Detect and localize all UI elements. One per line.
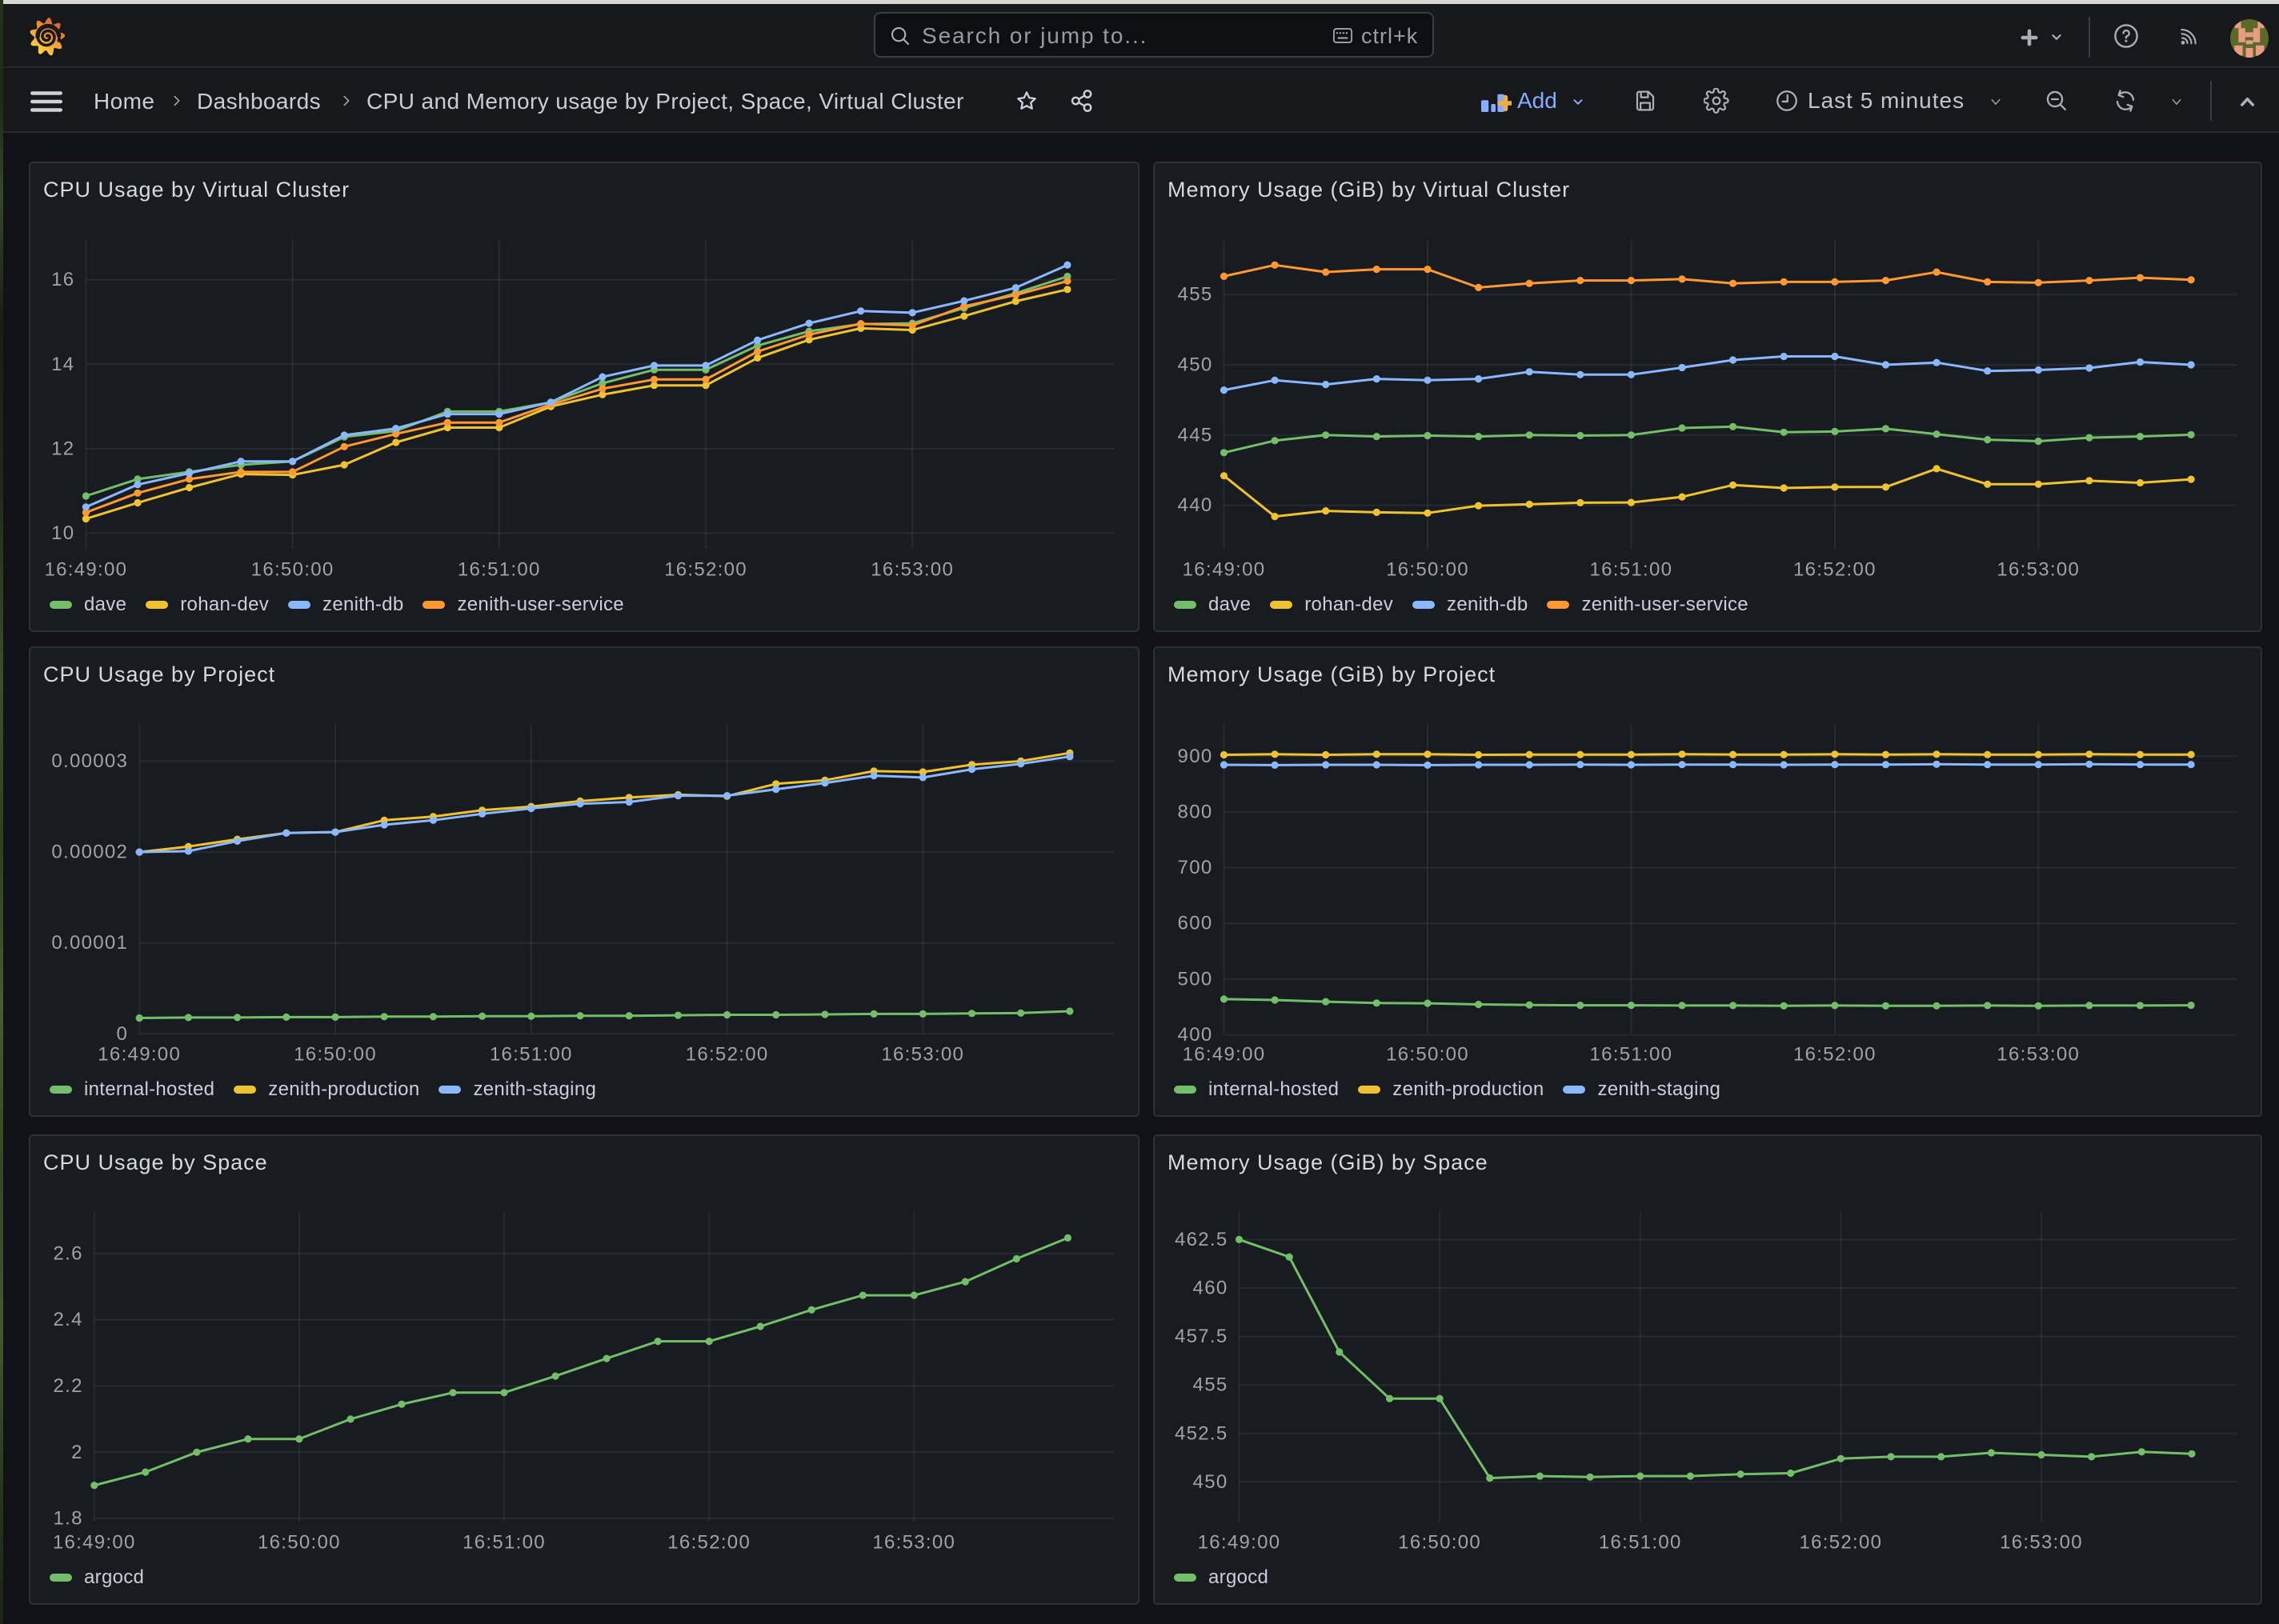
svg-text:2: 2 [71, 1442, 83, 1463]
svg-text:0.00003: 0.00003 [51, 750, 128, 772]
svg-text:12: 12 [51, 438, 74, 459]
svg-text:800: 800 [1178, 801, 1213, 822]
svg-text:450: 450 [1193, 1471, 1228, 1493]
svg-text:16:52:00: 16:52:00 [1799, 1532, 1882, 1554]
svg-text:600: 600 [1178, 913, 1213, 934]
svg-text:16:53:00: 16:53:00 [881, 1044, 964, 1066]
svg-text:2.6: 2.6 [54, 1242, 83, 1264]
svg-text:16:52:00: 16:52:00 [667, 1532, 751, 1554]
svg-text:16:51:00: 16:51:00 [458, 559, 541, 581]
svg-text:445: 445 [1178, 424, 1213, 446]
svg-text:452.5: 452.5 [1175, 1422, 1228, 1444]
svg-text:16:53:00: 16:53:00 [872, 1532, 955, 1554]
svg-text:16:51:00: 16:51:00 [1589, 1044, 1672, 1066]
svg-text:462.5: 462.5 [1175, 1229, 1228, 1250]
svg-text:16:51:00: 16:51:00 [463, 1532, 546, 1554]
svg-text:16:50:00: 16:50:00 [258, 1532, 341, 1554]
svg-text:16:51:00: 16:51:00 [1589, 559, 1672, 581]
svg-text:500: 500 [1178, 968, 1213, 990]
svg-text:16:49:00: 16:49:00 [1183, 559, 1266, 581]
svg-text:16:49:00: 16:49:00 [44, 559, 127, 581]
svg-text:0.00001: 0.00001 [51, 932, 128, 954]
svg-text:2.2: 2.2 [54, 1375, 83, 1397]
svg-text:457.5: 457.5 [1175, 1326, 1228, 1347]
svg-text:460: 460 [1193, 1278, 1228, 1299]
svg-text:16:52:00: 16:52:00 [1793, 559, 1876, 581]
svg-text:16:53:00: 16:53:00 [871, 559, 954, 581]
svg-text:700: 700 [1178, 857, 1213, 878]
svg-text:16:50:00: 16:50:00 [1386, 1044, 1469, 1066]
svg-text:16: 16 [51, 269, 74, 290]
svg-text:440: 440 [1178, 494, 1213, 516]
svg-text:14: 14 [51, 354, 74, 375]
svg-text:1.8: 1.8 [54, 1508, 83, 1530]
svg-text:16:53:00: 16:53:00 [1997, 1044, 2080, 1066]
svg-text:16:52:00: 16:52:00 [686, 1044, 769, 1066]
svg-text:900: 900 [1178, 746, 1213, 767]
svg-text:455: 455 [1178, 284, 1213, 306]
svg-text:16:53:00: 16:53:00 [2000, 1532, 2083, 1554]
svg-text:16:49:00: 16:49:00 [98, 1044, 181, 1066]
svg-text:16:50:00: 16:50:00 [251, 559, 334, 581]
svg-text:10: 10 [51, 522, 74, 544]
svg-text:400: 400 [1178, 1024, 1213, 1046]
svg-text:16:50:00: 16:50:00 [1386, 559, 1469, 581]
svg-text:16:51:00: 16:51:00 [1599, 1532, 1682, 1554]
svg-text:16:49:00: 16:49:00 [1183, 1044, 1266, 1066]
svg-text:16:50:00: 16:50:00 [294, 1044, 377, 1066]
svg-text:16:52:00: 16:52:00 [1793, 1044, 1876, 1066]
svg-text:16:52:00: 16:52:00 [664, 559, 747, 581]
svg-text:16:49:00: 16:49:00 [53, 1532, 136, 1554]
svg-text:16:53:00: 16:53:00 [1997, 559, 2080, 581]
svg-text:455: 455 [1193, 1374, 1228, 1396]
svg-text:0.00002: 0.00002 [51, 842, 128, 863]
svg-text:2.4: 2.4 [54, 1309, 83, 1330]
svg-text:450: 450 [1178, 354, 1213, 376]
svg-text:16:49:00: 16:49:00 [1198, 1532, 1281, 1554]
svg-text:0: 0 [117, 1023, 129, 1045]
svg-text:16:51:00: 16:51:00 [490, 1044, 573, 1066]
svg-text:16:50:00: 16:50:00 [1398, 1532, 1481, 1554]
